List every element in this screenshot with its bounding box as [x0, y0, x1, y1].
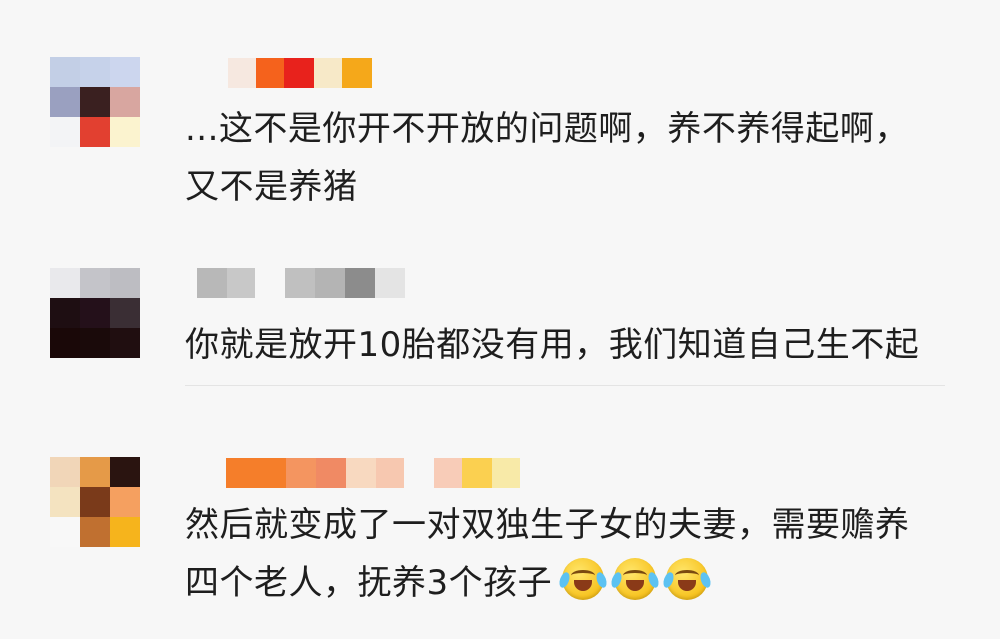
- username-pixel: [256, 58, 284, 88]
- username-pixel: [226, 458, 286, 488]
- username-pixel: [314, 58, 342, 88]
- avatar-pixel: [80, 328, 110, 358]
- avatar-pixel: [80, 517, 110, 547]
- comment-line: 又不是养猪: [185, 167, 358, 207]
- avatar-pixel: [110, 517, 140, 547]
- comment-line: ...这不是你开不开放的问题啊，养不养得起啊，: [185, 109, 909, 149]
- avatar-pixel: [50, 298, 80, 328]
- avatar-pixel: [50, 457, 80, 487]
- laugh-cry-icon: [661, 558, 713, 600]
- comment-line: 四个老人，抚养3个孩子: [185, 554, 955, 612]
- avatar-pixel: [110, 487, 140, 517]
- avatar-pixel: [50, 328, 80, 358]
- avatar-pixel: [110, 268, 140, 298]
- comment-text: 然后就变成了一对双独生子女的夫妻，需要赡养 四个老人，抚养3个孩子: [185, 496, 955, 612]
- username-pixel: [255, 268, 285, 298]
- username-pixel: [286, 458, 316, 488]
- avatar-pixel: [80, 117, 110, 147]
- avatar[interactable]: [50, 268, 140, 358]
- username-blurred[interactable]: [197, 268, 405, 298]
- comment-line: 你就是放开10胎都没有用，我们知道自己生不起: [185, 325, 920, 365]
- username-blurred[interactable]: [226, 458, 520, 488]
- username-pixel: [227, 268, 255, 298]
- avatar-pixel: [50, 117, 80, 147]
- laugh-cry-icon: [609, 558, 661, 600]
- username-pixel: [345, 268, 375, 298]
- username-blurred[interactable]: [228, 58, 372, 88]
- username-pixel: [375, 268, 405, 298]
- comment-line: 然后就变成了一对双独生子女的夫妻，需要赡养: [185, 505, 910, 545]
- username-pixel: [315, 268, 345, 298]
- username-pixel: [492, 458, 520, 488]
- username-pixel: [434, 458, 462, 488]
- avatar-pixel: [50, 517, 80, 547]
- avatar-pixel: [110, 328, 140, 358]
- avatar-pixel: [80, 487, 110, 517]
- avatar-pixel: [50, 487, 80, 517]
- username-pixel: [197, 268, 227, 298]
- avatar-pixel: [80, 268, 110, 298]
- username-pixel: [346, 458, 376, 488]
- avatar-pixel: [110, 87, 140, 117]
- avatar-pixel: [110, 57, 140, 87]
- avatar-pixel: [50, 268, 80, 298]
- avatar-pixel: [80, 57, 110, 87]
- avatar-pixel: [80, 298, 110, 328]
- avatar-pixel: [110, 298, 140, 328]
- divider: [185, 385, 945, 386]
- username-pixel: [284, 58, 314, 88]
- avatar-pixel: [80, 87, 110, 117]
- username-pixel: [404, 458, 434, 488]
- laugh-cry-icon: [557, 558, 609, 600]
- username-pixel: [342, 58, 372, 88]
- username-pixel: [228, 58, 256, 88]
- avatar-pixel: [50, 57, 80, 87]
- avatar[interactable]: [50, 457, 140, 547]
- avatar[interactable]: [50, 57, 140, 147]
- comment-text: 你就是放开10胎都没有用，我们知道自己生不起: [185, 316, 955, 374]
- avatar-pixel: [110, 117, 140, 147]
- username-pixel: [462, 458, 492, 488]
- username-pixel: [285, 268, 315, 298]
- avatar-pixel: [110, 457, 140, 487]
- comment-line-text: 四个老人，抚养3个孩子: [185, 563, 553, 603]
- username-pixel: [316, 458, 346, 488]
- avatar-pixel: [50, 87, 80, 117]
- avatar-pixel: [80, 457, 110, 487]
- comment-text: ...这不是你开不开放的问题啊，养不养得起啊， 又不是养猪: [185, 100, 955, 216]
- username-pixel: [376, 458, 404, 488]
